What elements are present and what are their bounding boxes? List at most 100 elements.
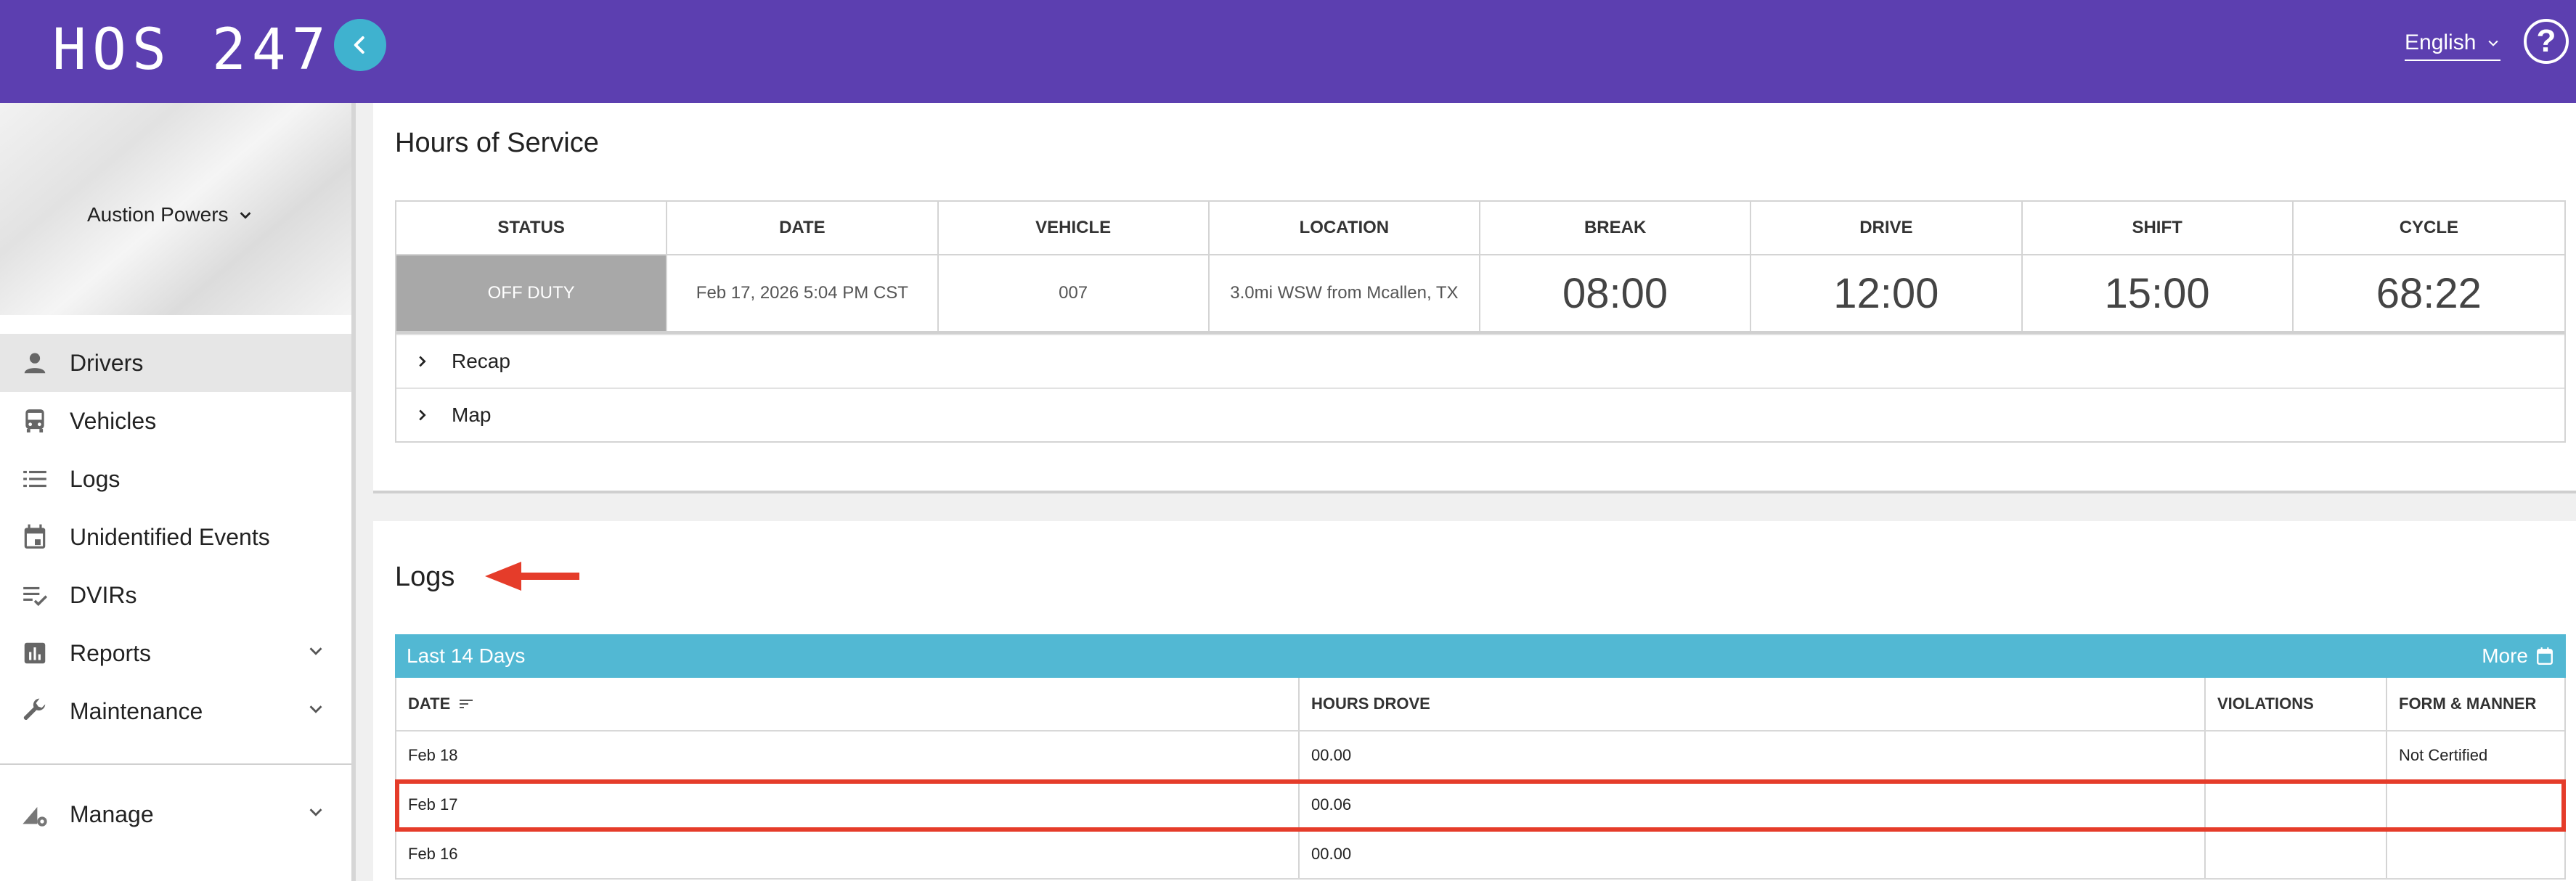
status-badge: OFF DUTY — [396, 255, 668, 331]
logs-table: DATE HOURS DROVE VIOLATIONS FORM & MANNE… — [395, 678, 2566, 880]
hos-title: Hours of Service — [395, 128, 599, 158]
chevron-down-icon — [309, 705, 322, 713]
wrench-icon — [19, 695, 51, 727]
column-header-date[interactable]: DATE — [396, 678, 1300, 730]
sidebar-item-label: Drivers — [70, 349, 144, 376]
sidebar-item-manage[interactable]: Manage — [0, 785, 351, 843]
cycle-clock: 68:22 — [2376, 269, 2482, 317]
hos-table: STATUS DATE VEHICLE LOCATION BREAK DRIVE… — [395, 200, 2566, 443]
sidebar-divider — [0, 763, 351, 765]
log-date: Feb 16 — [396, 830, 1300, 878]
logs-title: Logs — [395, 562, 455, 592]
sidebar-item-drivers[interactable]: Drivers — [0, 334, 351, 392]
top-bar: HOS 247 English ? — [0, 0, 2576, 103]
log-violations — [2206, 830, 2387, 878]
column-header-drive: DRIVE — [1751, 202, 2023, 254]
language-select[interactable]: English — [2405, 29, 2501, 61]
column-header-violations: VIOLATIONS — [2206, 678, 2387, 730]
log-date: Feb 17 — [396, 781, 1300, 829]
column-header-break: BREAK — [1480, 202, 1752, 254]
sidebar-item-dvirs[interactable]: DVIRs — [0, 566, 351, 624]
list-icon — [19, 463, 51, 495]
logs-card: Logs Last 14 Days More DATE HOURS DROVE … — [373, 521, 2576, 881]
hours-of-service-card: Hours of Service STATUS DATE VEHICLE LOC… — [373, 103, 2576, 493]
log-violations — [2206, 781, 2387, 829]
log-date: Feb 18 — [396, 732, 1300, 779]
help-icon[interactable]: ? — [2524, 19, 2569, 64]
more-button[interactable]: More — [2482, 634, 2554, 678]
status-vehicle: 007 — [939, 255, 1210, 331]
profile-name: Austion Powers — [87, 203, 229, 226]
sidebar-item-label: Maintenance — [70, 697, 203, 724]
calendar-icon — [19, 521, 51, 553]
language-label: English — [2405, 30, 2477, 54]
chevron-right-icon — [414, 407, 436, 423]
calendar-icon — [2537, 647, 2553, 665]
sort-icon — [460, 700, 473, 708]
sidebar-item-logs[interactable]: Logs — [0, 450, 351, 508]
status-date: Feb 17, 2026 5:04 PM CST — [667, 255, 939, 331]
column-header-cycle: CYCLE — [2399, 218, 2459, 237]
sidebar-nav: Drivers Vehicles Logs Unidentified Event… — [0, 334, 351, 740]
log-hours-drove: 00.06 — [1300, 781, 2206, 829]
chevron-down-icon — [309, 808, 322, 816]
sidebar-item-unidentified-events[interactable]: Unidentified Events — [0, 508, 351, 566]
chevron-right-icon — [414, 353, 436, 369]
bus-icon — [19, 405, 51, 437]
hos-status-row: OFF DUTY Feb 17, 2026 5:04 PM CST 007 3.… — [396, 255, 2564, 334]
chevron-left-icon — [354, 36, 364, 54]
bar-chart-icon — [19, 637, 51, 669]
log-hours-drove: 00.00 — [1300, 830, 2206, 878]
sidebar-item-label: Unidentified Events — [70, 523, 270, 550]
logs-table-header: DATE HOURS DROVE VIOLATIONS FORM & MANNE… — [396, 678, 2564, 732]
sidebar-item-label: Manage — [70, 800, 154, 827]
chevron-down-icon — [2488, 40, 2498, 46]
sidebar-item-vehicles[interactable]: Vehicles — [0, 392, 351, 450]
sidebar-manage-section: Manage — [0, 785, 351, 843]
chevron-down-icon — [309, 647, 322, 655]
hos-table-header: STATUS DATE VEHICLE LOCATION BREAK DRIVE… — [396, 202, 2564, 255]
more-label: More — [2482, 644, 2528, 667]
logs-filter-bar: Last 14 Days More — [395, 634, 2566, 678]
app-logo[interactable]: HOS 247 — [52, 17, 332, 83]
drive-clock: 12:00 — [1751, 255, 2023, 331]
recap-expander[interactable]: Recap — [396, 334, 2564, 388]
break-clock: 08:00 — [1480, 255, 1752, 331]
sidebar-item-label: Vehicles — [70, 407, 157, 434]
table-row[interactable]: Feb 18 00.00 Not Certified — [396, 732, 2564, 781]
map-label: Map — [452, 403, 492, 426]
column-header-vehicle: VEHICLE — [939, 202, 1210, 254]
status-location: 3.0mi WSW from Mcallen, TX — [1210, 255, 1480, 331]
shift-clock: 15:00 — [2023, 255, 2294, 331]
annotation-arrow-icon — [485, 562, 579, 591]
column-header-label: DATE — [408, 694, 451, 713]
map-expander[interactable]: Map — [396, 388, 2564, 441]
recap-label: Recap — [452, 350, 510, 372]
log-form-manner: Not Certified — [2399, 746, 2488, 764]
column-header-date: DATE — [667, 202, 939, 254]
sidebar-item-reports[interactable]: Reports — [0, 624, 351, 682]
date-range-label[interactable]: Last 14 Days — [407, 644, 525, 668]
manage-gear-icon — [19, 798, 51, 830]
sidebar-item-label: Logs — [70, 465, 121, 492]
collapse-sidebar-button[interactable] — [334, 19, 386, 71]
checklist-icon — [19, 579, 51, 611]
table-row-highlighted[interactable]: Feb 17 00.06 — [395, 779, 2566, 832]
sidebar: Austion Powers Drivers Vehicles Logs Uni… — [0, 103, 356, 881]
column-header-hours-drove: HOURS DROVE — [1300, 678, 2206, 730]
log-hours-drove: 00.00 — [1300, 732, 2206, 779]
log-form-manner — [2387, 830, 2564, 878]
chevron-down-icon — [240, 212, 250, 219]
column-header-location: LOCATION — [1210, 202, 1480, 254]
column-header-status: STATUS — [396, 202, 668, 254]
sidebar-item-label: DVIRs — [70, 581, 137, 608]
column-header-shift: SHIFT — [2023, 202, 2294, 254]
table-row[interactable]: Feb 16 00.00 — [396, 830, 2564, 880]
profile-menu[interactable]: Austion Powers — [87, 203, 253, 226]
sidebar-item-maintenance[interactable]: Maintenance — [0, 682, 351, 740]
column-header-form-manner: FORM & MANNER — [2399, 694, 2537, 713]
profile-panel: Austion Powers — [0, 103, 351, 315]
person-icon — [19, 347, 51, 379]
log-violations — [2206, 732, 2387, 779]
log-form-manner — [2387, 781, 2564, 829]
